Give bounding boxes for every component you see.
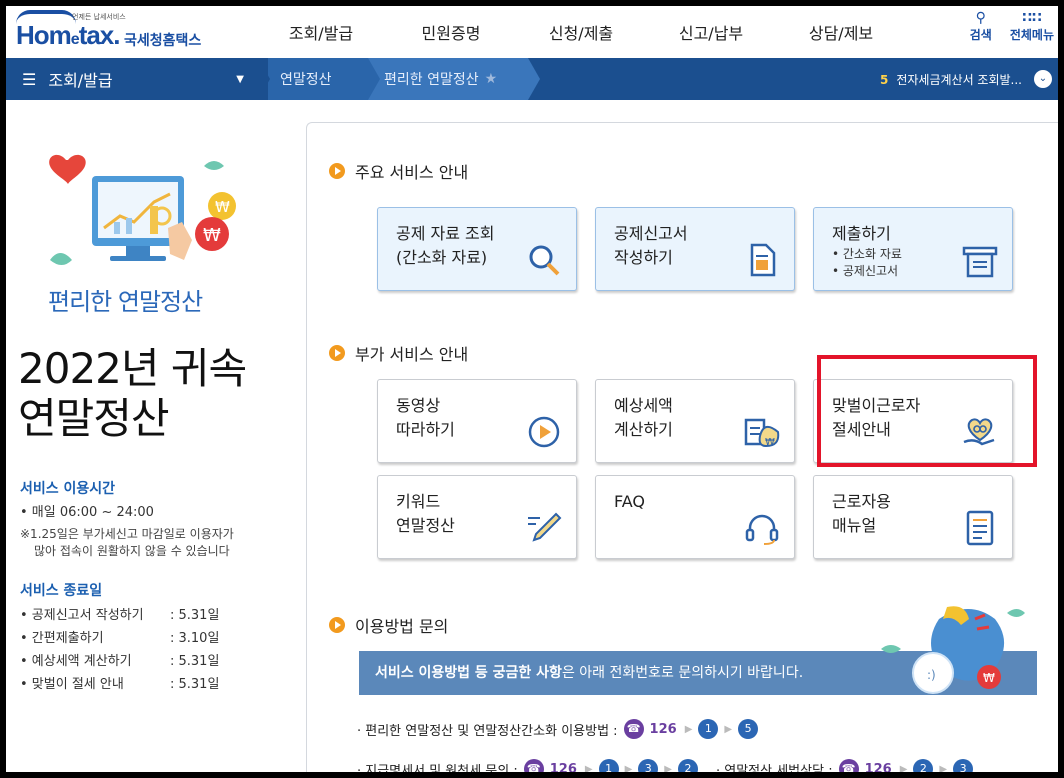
section-bullet-icon — [329, 345, 345, 361]
logo-korean-name: 국세청홈택스 — [124, 33, 202, 49]
page-subtitle: 편리한 연말정산 — [48, 288, 203, 316]
document-icon — [750, 243, 776, 277]
extra-services-heading: 부가 서비스 안내 — [329, 341, 468, 365]
divider — [258, 58, 270, 100]
phone-icon: ☎ — [623, 719, 644, 739]
arrow-right-icon: ▶ — [664, 763, 672, 773]
search-icon: ⚲ — [975, 10, 986, 26]
deduction-data-lookup-card[interactable]: 공제 자료 조회 (간소화 자료) — [377, 207, 577, 291]
logo-brand: Hometax. — [16, 20, 120, 50]
left-intro-panel: ₩ ₩ 편리한 연말정산 2022년 귀속 연말정산 서비스 이용시간 • 매일… — [6, 100, 296, 772]
keyword-year-end-card[interactable]: 키워드 연말정산 — [377, 475, 577, 559]
service-panel: 주요 서비스 안내 공제 자료 조회 (간소화 자료) 공제신고서 작성하기 제… — [306, 122, 1058, 772]
red-highlight-box — [817, 355, 1037, 467]
arrow-right-icon: ▶ — [939, 763, 948, 773]
arrow-right-icon: ▶ — [899, 763, 908, 773]
arrow-right-icon: ▶ — [584, 763, 593, 773]
breadcrumb-year-end[interactable]: 연말정산 — [268, 58, 368, 100]
arrow-right-icon: ▶ — [724, 723, 733, 735]
phone-inquiry-usage: · 편리한 연말정산 및 연말정산간소화 이용방법 : ☎ 126 ▶ 1 ▶ … — [357, 719, 762, 739]
submit-card[interactable]: 제출하기 • 간소화 자료 • 공제신고서 — [813, 207, 1013, 291]
gnb-item-certificate[interactable]: 민원증명 — [386, 20, 516, 44]
hometax-logo[interactable]: 언제든 납세서비스 Hometax. 국세청홈택스 — [14, 10, 214, 54]
usage-inquiry-heading: 이용방법 문의 — [329, 613, 448, 637]
favorite-star-icon[interactable]: ★ — [485, 71, 498, 87]
svg-text:₩: ₩ — [215, 198, 230, 216]
svg-text::): :) — [927, 668, 936, 682]
service-hours-text: • 매일 06:00 ~ 24:00 — [20, 505, 154, 520]
manual-icon — [966, 510, 994, 546]
arrow-right-icon: ▶ — [624, 763, 633, 773]
svg-text:₩: ₩ — [765, 437, 775, 448]
section-bullet-icon — [329, 163, 345, 179]
monitor-illustration-icon: ₩ ₩ — [49, 154, 236, 265]
phone-icon: ☎ — [838, 759, 859, 772]
list-item: • 예상세액 계산하기: 5.31일 — [20, 654, 220, 669]
svg-text:₩: ₩ — [983, 671, 995, 685]
global-nav: 조회/발급 민원증명 신청/제출 신고/납부 상담/제보 — [256, 20, 906, 44]
grid-menu-icon: ∷∷ — [1022, 10, 1042, 26]
top-tools: ⚲ 검색 ∷∷ 전체메뉴 — [970, 10, 1054, 43]
gnb-item-report-pay[interactable]: 신고/납부 — [646, 20, 776, 44]
arrow-right-icon: ▶ — [684, 723, 693, 735]
play-icon — [528, 416, 560, 448]
main-services-heading: 주요 서비스 안내 — [329, 159, 468, 183]
service-end-list: • 공제신고서 작성하기: 5.31일 • 간편제출하기: 3.10일 • 예상… — [20, 604, 219, 696]
location-bar: ☰ 조회/발급 ▼ 연말정산 편리한 연말정산 ★ 5 전자세금계산서 조회발..… — [6, 58, 1058, 100]
notice-next-icon[interactable]: ⌄ — [1034, 70, 1052, 88]
list-item: • 간편제출하기: 3.10일 — [20, 631, 220, 646]
nav-main-dropdown[interactable]: ☰ 조회/발급 ▼ — [6, 58, 258, 100]
breadcrumb-convenient-year-end[interactable]: 편리한 연말정산 ★ — [368, 58, 528, 100]
gnb-item-lookup[interactable]: 조회/발급 — [256, 20, 386, 44]
video-tutorial-card[interactable]: 동영상 따라하기 — [377, 379, 577, 463]
phone-icon: ☎ — [523, 759, 544, 772]
gnb-item-consult[interactable]: 상담/제보 — [776, 20, 906, 44]
list-item: • 공제신고서 작성하기: 5.31일 — [20, 608, 220, 623]
service-end-heading: 서비스 종료일 — [20, 583, 103, 599]
divider — [368, 58, 380, 100]
search-button[interactable]: ⚲ 검색 — [970, 10, 992, 43]
magnifier-icon — [529, 245, 560, 276]
write-deduction-report-card[interactable]: 공제신고서 작성하기 — [595, 207, 795, 291]
list-item: • 맞벌이 절세 안내: 5.31일 — [20, 677, 220, 692]
faq-card[interactable]: FAQ — [595, 475, 795, 559]
phone-inquiry-withholding: · 지급명세서 및 원천세 문의 : ☎ 126 ▶ 1 ▶ 3 ▶ 2 · 연… — [357, 759, 977, 772]
section-bullet-icon — [329, 617, 345, 633]
top-header: 언제든 납세서비스 Hometax. 국세청홈택스 조회/발급 민원증명 신청/… — [6, 6, 1058, 58]
estimated-tax-calc-card[interactable]: 예상세액 계산하기 ₩ — [595, 379, 795, 463]
pen-icon — [528, 512, 562, 542]
service-hours-note: ※1.25일은 부가세신고 마감일로 이용자가 많아 접속이 원활하지 않을 수… — [20, 527, 234, 558]
svg-text:₩: ₩ — [203, 225, 221, 246]
calculator-won-icon: ₩ — [744, 418, 780, 448]
headset-icon — [745, 514, 779, 545]
page-title: 2022년 귀속 연말정산 — [18, 344, 247, 443]
submit-tray-icon — [962, 246, 998, 278]
gnb-item-apply[interactable]: 신청/제출 — [516, 20, 646, 44]
phone-chat-illustration-icon: :) ₩ — [881, 606, 1025, 694]
hometax-page: 언제든 납세서비스 Hometax. 국세청홈택스 조회/발급 민원증명 신청/… — [6, 6, 1058, 772]
all-menu-button[interactable]: ∷∷ 전체메뉴 — [1010, 10, 1054, 43]
worker-manual-card[interactable]: 근로자용 매뉴얼 — [813, 475, 1013, 559]
notice-ticker[interactable]: 5 전자세금계산서 조회발... — [880, 71, 1022, 88]
chevron-down-icon: ▼ — [236, 74, 244, 85]
service-hours-heading: 서비스 이용시간 — [20, 481, 116, 497]
hamburger-icon: ☰ — [22, 69, 37, 89]
divider — [528, 58, 540, 100]
